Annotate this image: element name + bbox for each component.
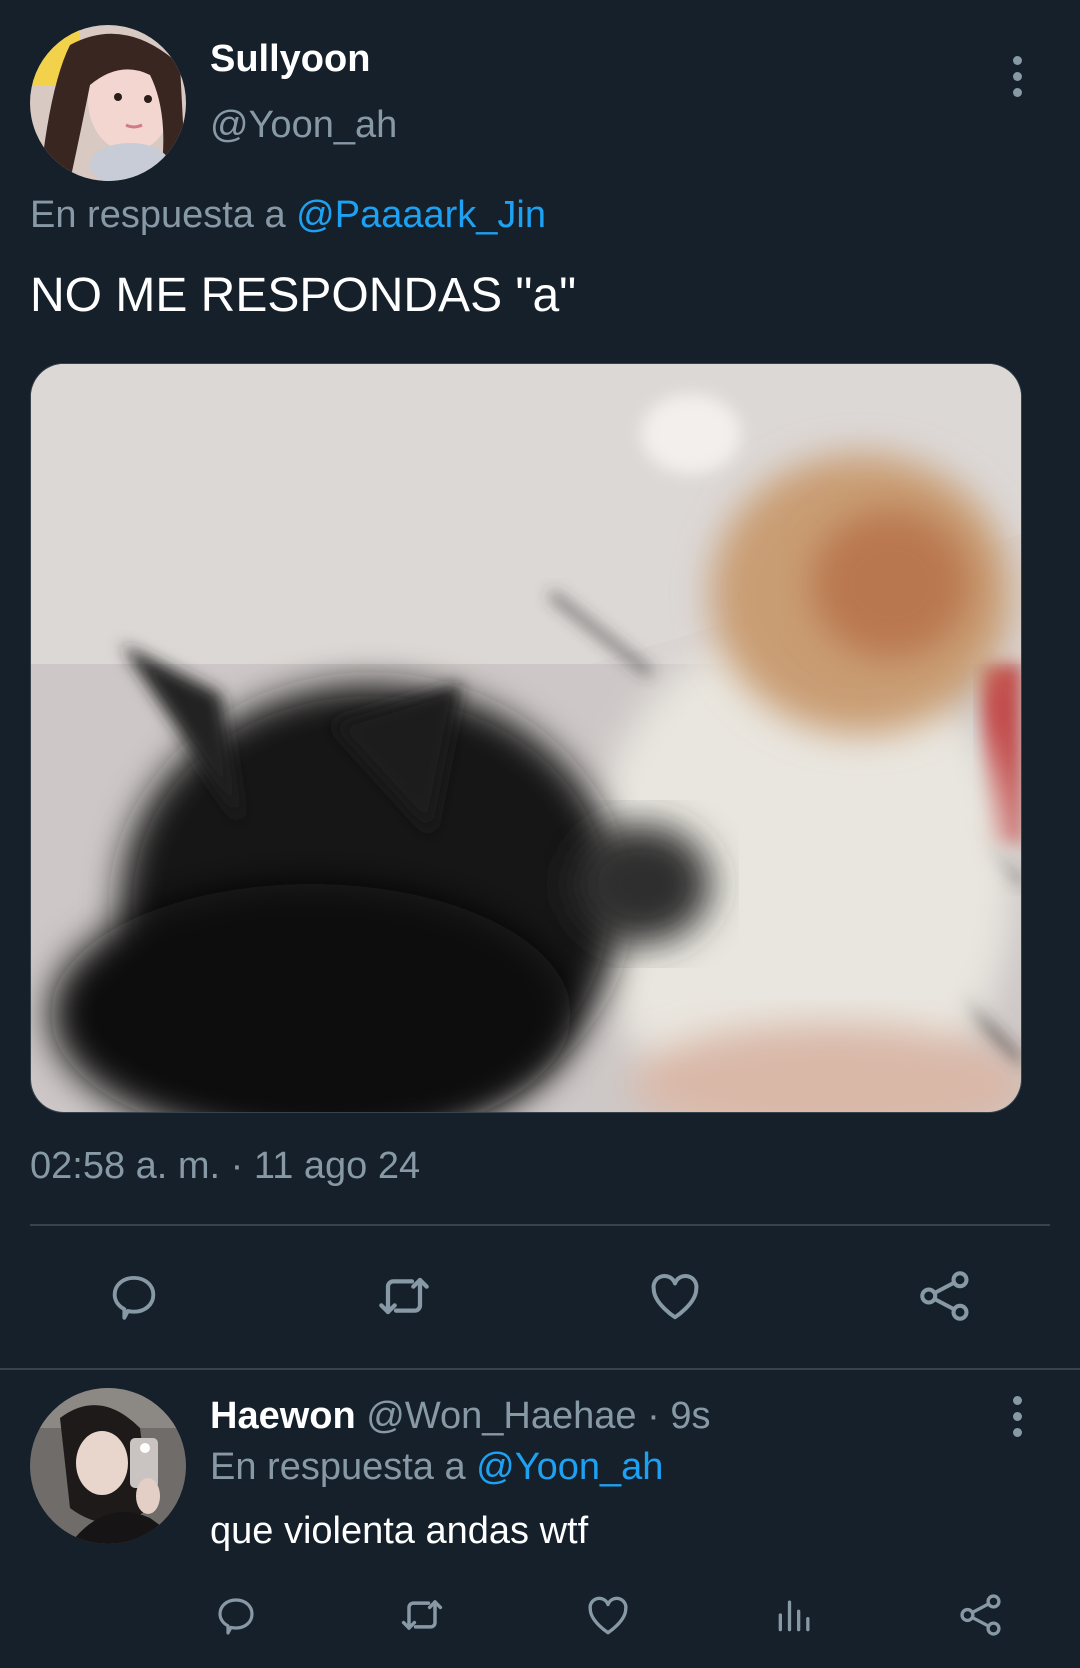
- timestamp-divider: [30, 1224, 1050, 1226]
- reply-more-options-icon[interactable]: [997, 1386, 1037, 1446]
- reply-context-mention[interactable]: @Paaaark_Jin: [296, 194, 546, 236]
- tweet-media-image[interactable]: [30, 363, 1022, 1113]
- reply-share-button[interactable]: [951, 1585, 1011, 1645]
- reply-author-name[interactable]: Haewon: [210, 1395, 356, 1437]
- reply-context-mention[interactable]: @Yoon_ah: [476, 1446, 663, 1488]
- reply-retweet-button[interactable]: [392, 1585, 452, 1645]
- reply-header: Haewon @Won_Haehae · 9s: [210, 1395, 710, 1438]
- share-icon: [920, 1271, 969, 1321]
- main-author-avatar[interactable]: [30, 25, 186, 181]
- reply-button[interactable]: [98, 1260, 170, 1332]
- reply-author-avatar[interactable]: [30, 1388, 186, 1544]
- reply-time[interactable]: · 9s: [647, 1395, 710, 1437]
- more-options-icon[interactable]: [997, 46, 1037, 106]
- reply-context-prefix: En respuesta a: [30, 194, 286, 236]
- reply-text: que violenta andas wtf: [210, 1510, 589, 1552]
- share-button[interactable]: [909, 1260, 981, 1332]
- retweet-button[interactable]: [368, 1260, 440, 1332]
- reply-context: En respuesta a @Paaaark_Jin: [30, 194, 546, 237]
- tweet-text: NO ME RESPONDAS "a": [30, 269, 577, 322]
- heart-icon: [651, 1273, 699, 1320]
- analytics-icon: [778, 1600, 810, 1632]
- reply-reply-button[interactable]: [206, 1585, 266, 1645]
- retweet-icon: [379, 1277, 429, 1315]
- reply-icon: [112, 1275, 156, 1320]
- reply-context: En respuesta a @Yoon_ah: [210, 1446, 663, 1489]
- tweet-timestamp[interactable]: 02:58 a. m. · 11 ago 24: [30, 1145, 420, 1188]
- reply-context-prefix: En respuesta a: [210, 1446, 466, 1488]
- heart-icon: [588, 1596, 628, 1635]
- share-icon: [960, 1594, 1001, 1636]
- tweet-divider: [0, 1368, 1080, 1370]
- retweet-icon: [401, 1600, 443, 1630]
- reply-analytics-button[interactable]: [765, 1585, 825, 1645]
- reply-like-button[interactable]: [578, 1585, 638, 1645]
- like-button[interactable]: [639, 1260, 711, 1332]
- reply-icon: [218, 1598, 254, 1635]
- main-author-name[interactable]: Sullyoon: [210, 38, 370, 81]
- main-author-handle[interactable]: @Yoon_ah: [210, 104, 397, 147]
- reply-author-handle[interactable]: @Won_Haehae: [366, 1395, 636, 1437]
